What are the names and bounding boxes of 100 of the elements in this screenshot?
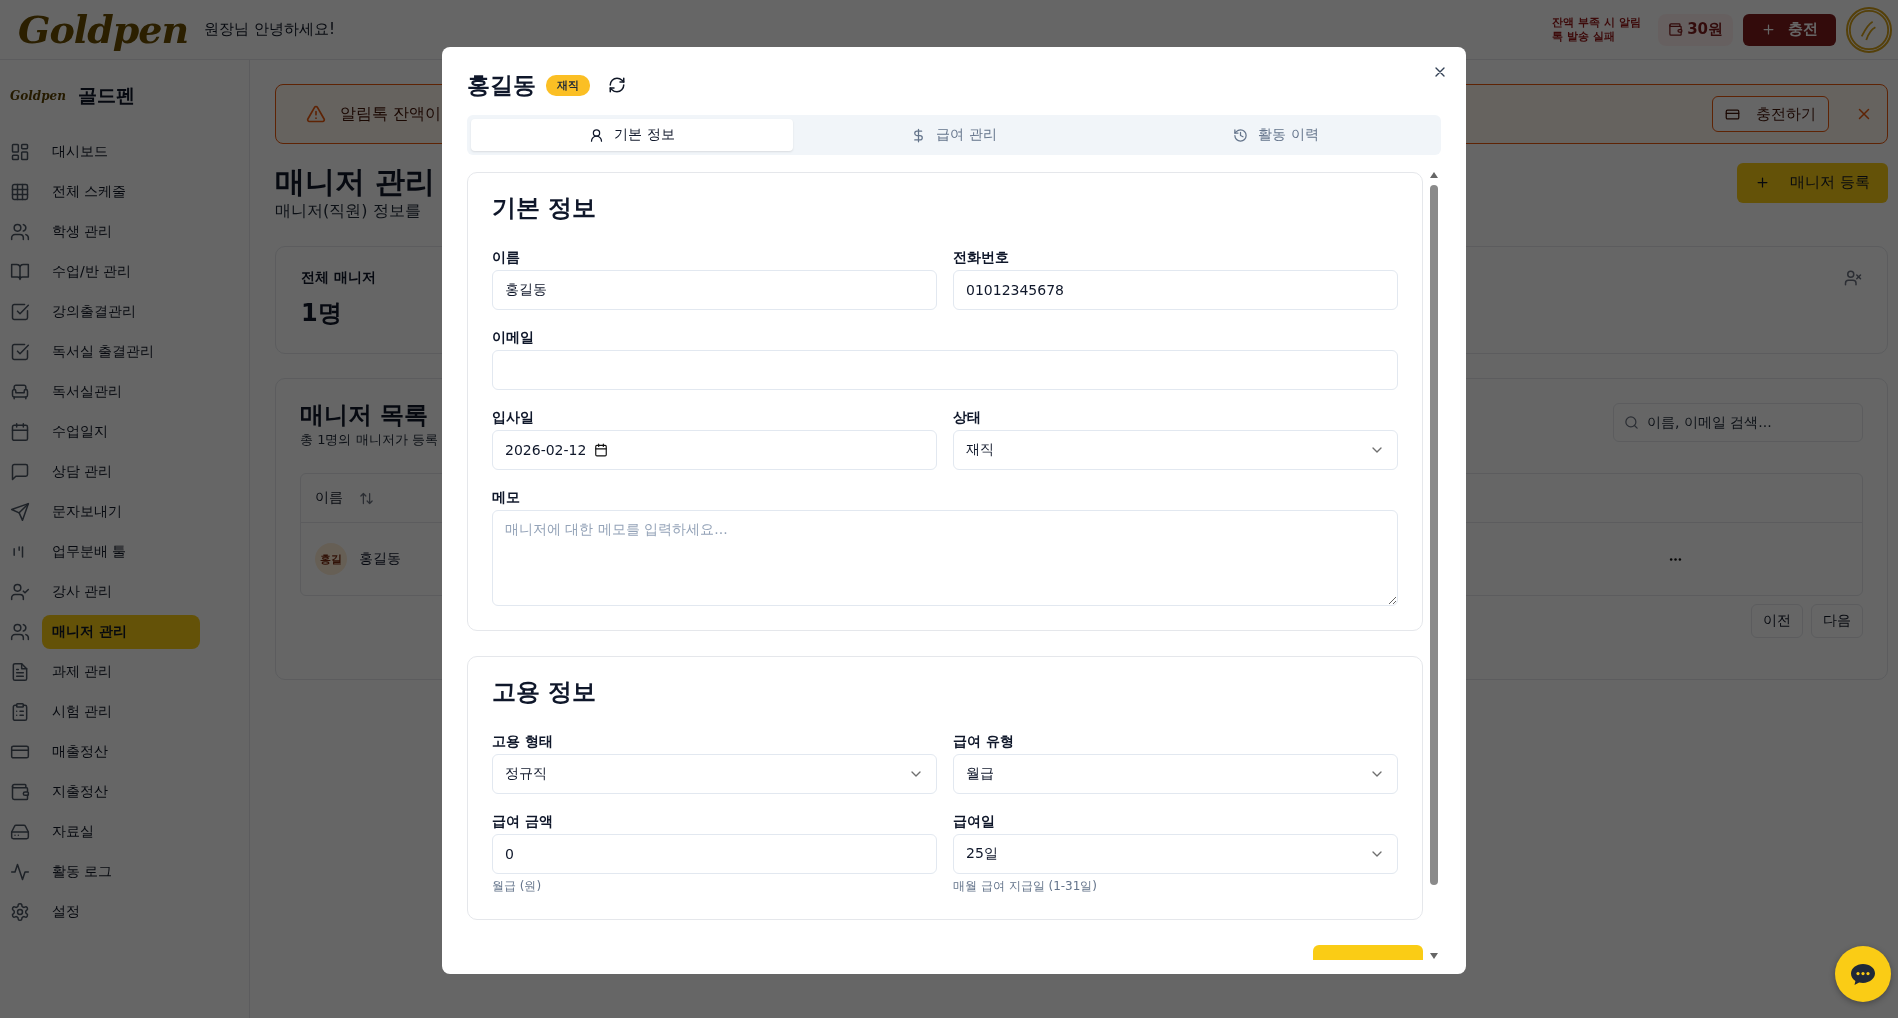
search-icon bbox=[1624, 415, 1639, 430]
text-input[interactable]: 01012345678 bbox=[953, 270, 1398, 310]
sidebar-item[interactable]: 독서실관리 bbox=[42, 375, 200, 409]
plus-icon bbox=[1761, 22, 1776, 37]
field-label: 이메일 bbox=[492, 328, 535, 346]
document-icon bbox=[10, 662, 30, 682]
sort-icon bbox=[359, 490, 374, 506]
sidebar-item[interactable]: 문자보내기 bbox=[42, 495, 200, 529]
checkbox-icon bbox=[10, 342, 30, 362]
user-check-icon bbox=[10, 582, 30, 602]
status-badge: 재직 bbox=[546, 74, 590, 96]
text-input[interactable]: 0 bbox=[492, 834, 937, 874]
calendar-icon bbox=[10, 422, 30, 442]
plus-icon bbox=[1755, 175, 1771, 190]
pagination-button[interactable]: 다음 bbox=[1811, 604, 1863, 638]
stat-label: 전체 매니저 bbox=[301, 269, 376, 287]
sidebar-item[interactable]: 설정 bbox=[42, 895, 200, 929]
sidebar-item[interactable]: 업무분배 툴 bbox=[42, 535, 200, 569]
drive-icon bbox=[10, 822, 30, 842]
stat-value: 1명 bbox=[301, 298, 343, 329]
field-label: 급여 유형 bbox=[953, 732, 1015, 750]
field-label: 이름 bbox=[492, 248, 521, 266]
text-input[interactable] bbox=[492, 350, 1398, 390]
sidebar-item[interactable]: 시험 관리 bbox=[42, 695, 200, 729]
text-input[interactable]: 홍길동 bbox=[492, 270, 937, 310]
wallet-icon bbox=[1668, 22, 1684, 37]
logo: Goldpen bbox=[18, 7, 189, 52]
history-icon bbox=[1233, 127, 1249, 143]
field-label: 입사일 bbox=[492, 408, 535, 426]
balance-pill: 30원 bbox=[1658, 13, 1733, 46]
sidebar-item[interactable]: 지출정산 bbox=[42, 775, 200, 809]
user-icon bbox=[589, 127, 605, 143]
tab[interactable]: 기본 정보 bbox=[471, 119, 793, 151]
checkbox-icon bbox=[10, 302, 30, 322]
section-title: 기본 정보 bbox=[492, 193, 598, 224]
sidebar-item[interactable]: 강의출결관리 bbox=[42, 295, 200, 329]
charge-button[interactable]: 충전 bbox=[1743, 13, 1836, 46]
settings-icon bbox=[10, 902, 30, 922]
select-dropdown[interactable]: 재직 bbox=[953, 430, 1398, 470]
sidebar-item[interactable]: 강사 관리 bbox=[42, 575, 200, 609]
users-icon bbox=[10, 222, 30, 242]
credit-card-icon bbox=[10, 742, 30, 762]
chat-button[interactable] bbox=[1835, 946, 1891, 1002]
tab[interactable]: 활동 이력 bbox=[1115, 119, 1437, 151]
sidebar-item[interactable]: 활동 로그 bbox=[42, 855, 200, 889]
chat-bubble-icon bbox=[10, 462, 30, 482]
paper-plane-icon bbox=[10, 502, 30, 522]
search-field[interactable]: 이름, 이메일 검색... bbox=[1613, 403, 1863, 442]
sidebar-item[interactable]: 대시보드 bbox=[42, 135, 200, 169]
page-subtitle: 매니저(직원) 정보를 bbox=[275, 201, 421, 222]
user-x-icon bbox=[1844, 269, 1862, 287]
refresh-icon[interactable] bbox=[608, 76, 626, 94]
recharge-button[interactable]: 충전하기 bbox=[1712, 96, 1829, 132]
scrollbar[interactable] bbox=[1427, 171, 1441, 960]
sidebar-item[interactable]: 독서실 출결관리 bbox=[42, 335, 200, 369]
field-label: 상태 bbox=[953, 408, 982, 426]
page-title: 매니저 관리 bbox=[275, 163, 436, 201]
clipboard-icon bbox=[10, 702, 30, 722]
calendar-icon bbox=[594, 443, 609, 457]
sidebar-item[interactable]: 자료실 bbox=[42, 815, 200, 849]
field-label: 고용 형태 bbox=[492, 732, 554, 750]
field-label: 전화번호 bbox=[953, 248, 1010, 266]
sidebar-item[interactable]: 상담 관리 bbox=[42, 455, 200, 489]
sidebar-item[interactable]: 수업/반 관리 bbox=[42, 255, 200, 289]
field-label: 메모 bbox=[492, 488, 521, 506]
modal-title: 홍길동 bbox=[467, 70, 536, 100]
brand-logo: Goldpen bbox=[10, 89, 66, 103]
sidebar-item[interactable]: 전체 스케줄 bbox=[42, 175, 200, 209]
sidebar-item[interactable]: 과제 관리 bbox=[42, 655, 200, 689]
avatar: 홍길 bbox=[315, 543, 347, 575]
balance-notice: 잔액 부족 시 알림톡 발송 실패 bbox=[1552, 15, 1642, 44]
brand-name: 골드펜 bbox=[77, 83, 135, 108]
date-input[interactable]: 2026-02-12 bbox=[492, 430, 937, 470]
grid-icon bbox=[10, 182, 30, 202]
sidebar-item[interactable]: 매니저 관리 bbox=[42, 615, 200, 649]
memo-textarea[interactable]: 매니저에 대한 메모를 입력하세요... bbox=[492, 510, 1398, 606]
table-cell-text: 홍길동 bbox=[359, 550, 402, 568]
alert-message: 알림톡 잔액이 bbox=[340, 103, 442, 125]
armchair-icon bbox=[10, 382, 30, 402]
select-dropdown[interactable]: 25일 bbox=[953, 834, 1398, 874]
pagination-button[interactable]: 이전 bbox=[1751, 604, 1803, 638]
list-subtitle: 총 1명의 매니저가 등록 bbox=[300, 431, 438, 449]
select-dropdown[interactable]: 정규직 bbox=[492, 754, 937, 794]
column-header[interactable]: 이름 bbox=[315, 489, 343, 507]
warning-icon bbox=[306, 104, 326, 124]
section-title: 고용 정보 bbox=[492, 677, 598, 708]
wallet-icon bbox=[10, 782, 30, 802]
sidebar-item[interactable]: 학생 관리 bbox=[42, 215, 200, 249]
sidebar-item[interactable]: 수업일지 bbox=[42, 415, 200, 449]
scroll-up-arrow-icon[interactable] bbox=[1429, 171, 1439, 179]
tab[interactable]: 급여 관리 bbox=[793, 119, 1115, 151]
users-icon bbox=[10, 622, 30, 642]
credit-card-icon bbox=[1725, 106, 1740, 122]
book-icon bbox=[10, 262, 30, 282]
dashboard-icon bbox=[10, 142, 30, 162]
add-manager-button[interactable]: 매니저 등록 bbox=[1737, 162, 1888, 203]
select-dropdown[interactable]: 월급 bbox=[953, 754, 1398, 794]
field-label: 급여일 bbox=[953, 812, 996, 830]
scroll-down-arrow-icon[interactable] bbox=[1429, 952, 1439, 960]
sidebar-item[interactable]: 매출정산 bbox=[42, 735, 200, 769]
